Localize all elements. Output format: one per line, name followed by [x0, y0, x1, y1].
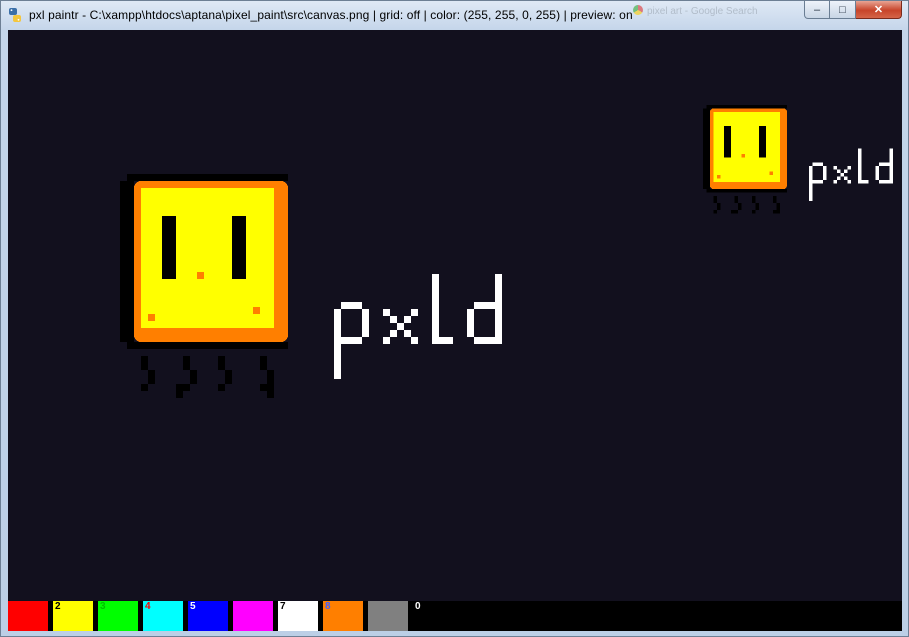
canvas-artwork [120, 105, 893, 398]
close-button[interactable]: ✕ [856, 1, 902, 19]
swatch-key-label: 5 [190, 601, 196, 612]
creature-shadow-top [127, 174, 288, 181]
swatch-key-label: 1 [10, 601, 16, 612]
palette-swatch-8[interactable]: 8 [323, 601, 363, 631]
creature-shadow-bottom [127, 342, 288, 349]
color-palette: 1 2 3 4 5 6 7 8 9 0 [8, 601, 902, 631]
palette-swatch-0[interactable]: 0 [413, 601, 453, 631]
creature-eye-right [232, 216, 246, 279]
title-bar[interactable]: pxl paintr - C:\xampp\htdocs\aptana\pixe… [1, 1, 908, 29]
swatch-key-label: 0 [415, 601, 421, 612]
creature-eye-left [162, 216, 176, 279]
palette-swatch-1[interactable]: 1 [8, 601, 48, 631]
swatch-key-label: 4 [145, 601, 151, 612]
swatch-key-label: 9 [370, 601, 376, 612]
palette-swatch-2[interactable]: 2 [53, 601, 93, 631]
minimize-button[interactable]: – [804, 1, 830, 19]
creature-nose [197, 272, 204, 279]
swatch-key-label: 6 [235, 601, 241, 612]
maximize-button[interactable]: □ [830, 1, 856, 19]
maximize-icon: □ [839, 3, 846, 16]
palette-swatch-9[interactable]: 9 [368, 601, 408, 631]
palette-swatch-7[interactable]: 7 [278, 601, 318, 631]
swatch-key-label: 7 [280, 601, 286, 612]
pxld-text-small [809, 148, 893, 201]
window-bottom-frame [1, 631, 908, 637]
swatch-key-label: 8 [325, 601, 331, 612]
app-window: pxl paintr - C:\xampp\htdocs\aptana\pixe… [0, 0, 909, 637]
palette-swatch-3[interactable]: 3 [98, 601, 138, 631]
chrome-icon [633, 5, 643, 15]
swatch-key-label: 2 [55, 601, 61, 612]
creature-legs [141, 356, 274, 398]
swatch-key-label: 3 [100, 601, 106, 612]
caption-buttons: – □ ✕ [804, 1, 902, 20]
palette-swatch-5[interactable]: 5 [188, 601, 228, 631]
creature-large [120, 174, 288, 398]
pxld-text-large [334, 274, 502, 379]
background-tab-label: pixel art - Google Search [647, 6, 758, 17]
close-icon: ✕ [873, 4, 884, 16]
creature-shadow-left [120, 181, 134, 342]
background-browser-tab: pixel art - Google Search [633, 5, 793, 23]
palette-swatch-4[interactable]: 4 [143, 601, 183, 631]
window-title: pxl paintr - C:\xampp\htdocs\aptana\pixe… [29, 8, 633, 22]
drawing-canvas[interactable] [8, 30, 902, 601]
palette-swatch-6[interactable]: 6 [233, 601, 273, 631]
minimize-icon: – [813, 3, 821, 16]
creature-small [703, 105, 787, 214]
python-icon [9, 8, 21, 22]
